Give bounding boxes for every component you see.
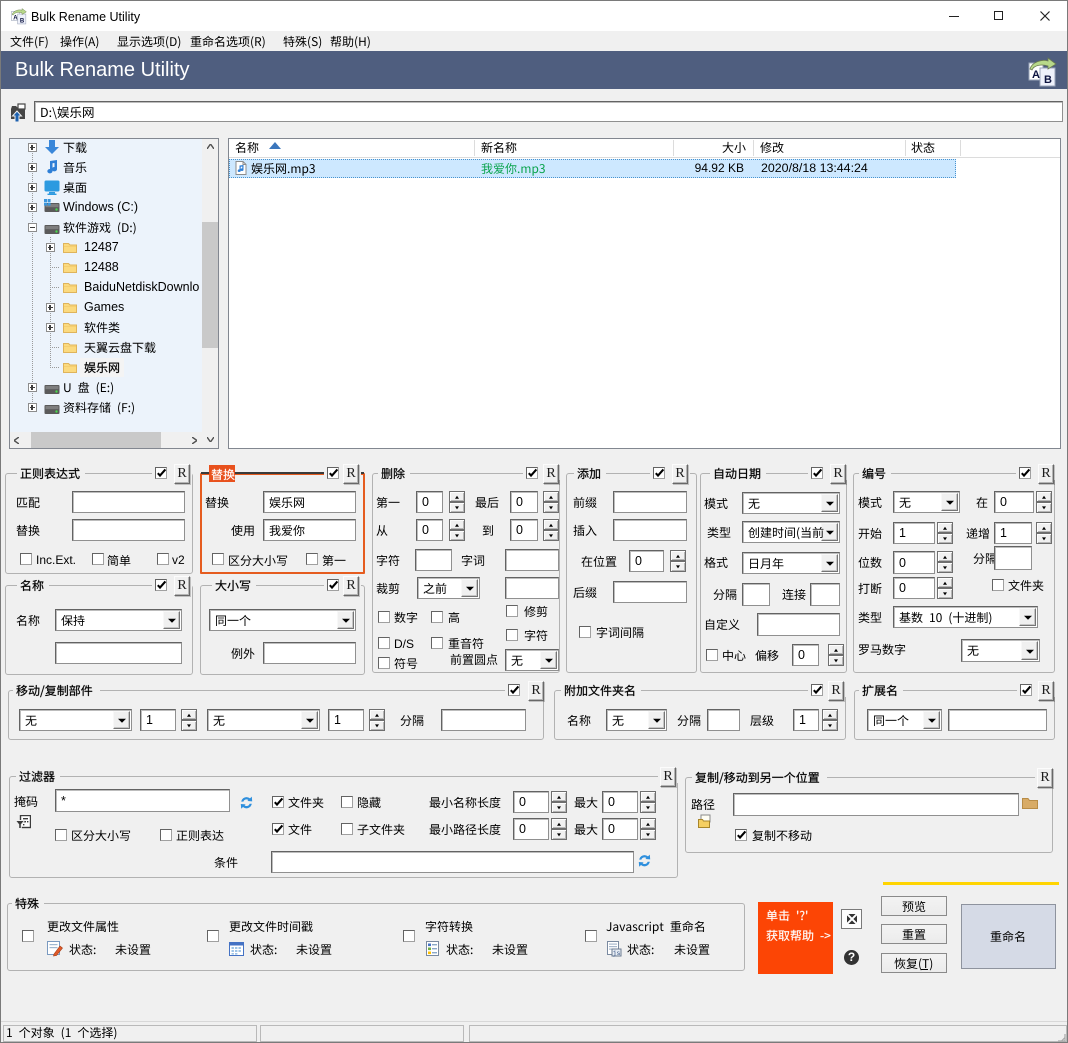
svg-text:B: B — [1044, 74, 1052, 86]
svg-text:B: B — [20, 18, 25, 24]
svg-text:A: A — [13, 16, 18, 22]
svg-text:js: js — [613, 950, 621, 957]
svg-text:A: A — [1032, 69, 1040, 81]
